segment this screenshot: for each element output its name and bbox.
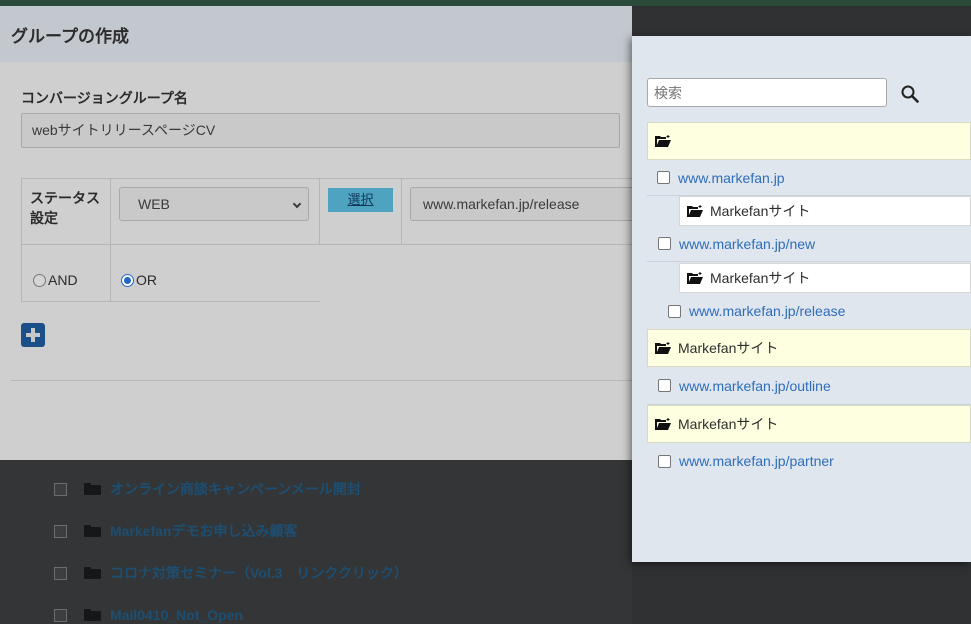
and-radio-option[interactable]: AND (33, 272, 78, 288)
background-list: オンライン商談キャンペーンメール開封 Markefanデモお申し込み顧客 コロナ… (0, 460, 632, 624)
group-name-label: コンバージョングループ名 (21, 90, 188, 106)
and-radio-label: AND (48, 272, 78, 288)
table-border (401, 178, 402, 244)
row-checkbox[interactable] (54, 524, 67, 538)
dialog-header: グループの作成 (0, 6, 632, 62)
tree-url-row[interactable]: www.markefan.jp/new (647, 226, 971, 262)
tree-subfolder-row[interactable]: Markefanサイト (679, 196, 971, 226)
tree-url-row[interactable]: www.markefan.jp/partner (647, 443, 971, 472)
url-tree: www.markefan.jp Markefanサイト www.markefan… (647, 122, 971, 472)
open-folder-icon (687, 272, 703, 284)
status-setting-label: ステータス設定 (30, 190, 100, 226)
or-radio-option[interactable]: OR (121, 272, 157, 288)
divider (11, 380, 632, 381)
tree-url-row[interactable]: www.markefan.jp/outline (647, 367, 971, 405)
url-checkbox[interactable] (658, 454, 671, 468)
list-item[interactable]: オンライン商談キャンペーンメール開封 (54, 479, 361, 499)
list-item[interactable]: Markefanデモお申し込み顧客 (54, 521, 297, 541)
chevron-down-icon (292, 199, 302, 209)
list-item[interactable]: Mail0410_Not_Open (54, 605, 243, 624)
url-checkbox[interactable] (658, 237, 671, 250)
open-folder-icon (655, 418, 671, 430)
folder-icon (84, 609, 101, 621)
row-checkbox[interactable] (54, 608, 67, 622)
list-item-label[interactable]: Markefanデモお申し込み顧客 (110, 521, 297, 541)
folder-label: Markefanサイト (678, 416, 779, 432)
add-condition-button[interactable] (21, 323, 45, 347)
folder-label: Markefanサイト (678, 340, 779, 356)
tree-folder-row[interactable] (647, 122, 971, 160)
tree-folder-row[interactable]: Markefanサイト (647, 405, 971, 443)
url-checkbox[interactable] (657, 171, 670, 184)
status-select-value: WEB (138, 196, 170, 212)
tree-folder-row[interactable]: Markefanサイト (647, 329, 971, 367)
table-border (21, 301, 320, 302)
folder-label: Markefanサイト (710, 203, 811, 219)
tree-subfolder-row[interactable]: Markefanサイト (679, 263, 971, 293)
folder-icon (84, 483, 101, 495)
create-group-dialog: グループの作成 コンバージョングループ名 webサイトリリースページCV ステー… (0, 6, 632, 460)
row-checkbox[interactable] (54, 482, 67, 496)
tree-url-row[interactable]: www.markefan.jp (647, 160, 971, 196)
url-input[interactable]: www.markefan.jp/release (410, 187, 632, 221)
select-button[interactable]: 選択 (328, 188, 393, 212)
row-checkbox[interactable] (54, 566, 67, 580)
list-item[interactable]: コロナ対策セミナー（Vol.3 リンククリック） (54, 563, 408, 583)
list-item-label[interactable]: コロナ対策セミナー（Vol.3 リンククリック） (110, 563, 408, 583)
list-item-label[interactable]: オンライン商談キャンペーンメール開封 (110, 479, 361, 499)
open-folder-icon (655, 135, 671, 147)
table-border (21, 178, 632, 179)
open-folder-icon (687, 205, 703, 217)
url-checkbox[interactable] (658, 379, 671, 392)
folder-icon (84, 567, 101, 579)
or-radio[interactable] (121, 273, 134, 287)
url-link[interactable]: www.markefan.jp/new (679, 236, 815, 252)
group-name-input[interactable]: webサイトリリースページCV (21, 113, 620, 148)
search-input[interactable] (647, 78, 887, 107)
search-icon[interactable] (901, 85, 919, 103)
url-link[interactable]: www.markefan.jp/partner (679, 453, 834, 469)
url-link[interactable]: www.markefan.jp (678, 170, 785, 186)
list-item-label[interactable]: Mail0410_Not_Open (110, 607, 243, 623)
condition-table: ステータス設定 WEB 選択 www.markefan.jp/release A… (21, 178, 632, 302)
tree-url-row[interactable]: www.markefan.jp/release (647, 293, 971, 329)
dialog-title: グループの作成 (11, 27, 129, 46)
folder-icon (84, 525, 101, 537)
url-link[interactable]: www.markefan.jp/release (689, 303, 845, 319)
table-border (319, 178, 320, 244)
table-border (21, 244, 632, 245)
or-radio-label: OR (136, 272, 157, 288)
open-folder-icon (655, 342, 671, 354)
table-border (21, 178, 22, 302)
table-border (110, 178, 111, 302)
url-picker-panel: www.markefan.jp Markefanサイト www.markefan… (632, 36, 971, 562)
status-select[interactable]: WEB (119, 187, 309, 221)
url-link[interactable]: www.markefan.jp/outline (679, 378, 831, 394)
url-checkbox[interactable] (668, 304, 681, 318)
folder-label: Markefanサイト (710, 270, 811, 286)
and-radio[interactable] (33, 273, 46, 287)
